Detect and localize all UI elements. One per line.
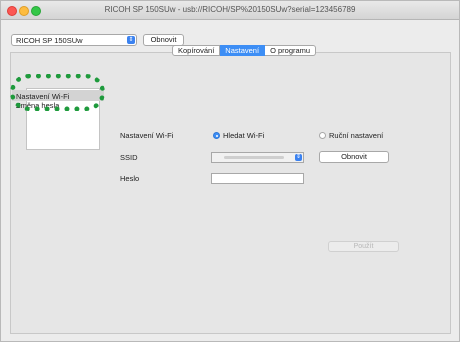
- ssid-value-blurred: [224, 156, 284, 159]
- window-title: RICOH SP 150SUw - usb://RICOH/SP%20150SU…: [104, 5, 356, 14]
- radio-search-wifi[interactable]: [213, 132, 220, 139]
- password-input[interactable]: [211, 173, 304, 184]
- password-label: Heslo: [120, 174, 140, 183]
- apply-button[interactable]: Použít: [328, 241, 399, 252]
- ssid-refresh-button[interactable]: Obnovit: [319, 151, 389, 163]
- ssid-label: SSID: [120, 153, 138, 162]
- title-bar: RICOH SP 150SUw - usb://RICOH/SP%20150SU…: [1, 1, 459, 20]
- app-window: RICOH SP 150SUw - usb://RICOH/SP%20150SU…: [0, 0, 460, 342]
- search-wifi-label: Hledat Wi-Fi: [223, 131, 265, 140]
- tab-settings[interactable]: Nastavení: [220, 45, 266, 56]
- chevron-updown-icon: ⇕: [127, 36, 135, 44]
- printer-select[interactable]: RICOH SP 150SUw ⇕: [11, 34, 137, 46]
- radio-dot: [215, 134, 218, 137]
- highlight-ring: [10, 74, 105, 111]
- printer-select-value: RICOH SP 150SUw: [16, 36, 83, 45]
- chevron-updown-icon: ⇕: [295, 154, 302, 161]
- tab-bar: Kopírování Nastavení O programu: [172, 45, 317, 56]
- radio-manual-setup[interactable]: [319, 132, 326, 139]
- wifi-settings-label: Nastavení Wi-Fi: [120, 131, 174, 140]
- manual-setup-label: Ruční nastavení: [329, 131, 384, 140]
- tab-copy[interactable]: Kopírování: [172, 45, 221, 56]
- ssid-select[interactable]: ⇕: [211, 152, 304, 163]
- tab-about[interactable]: O programu: [265, 45, 317, 56]
